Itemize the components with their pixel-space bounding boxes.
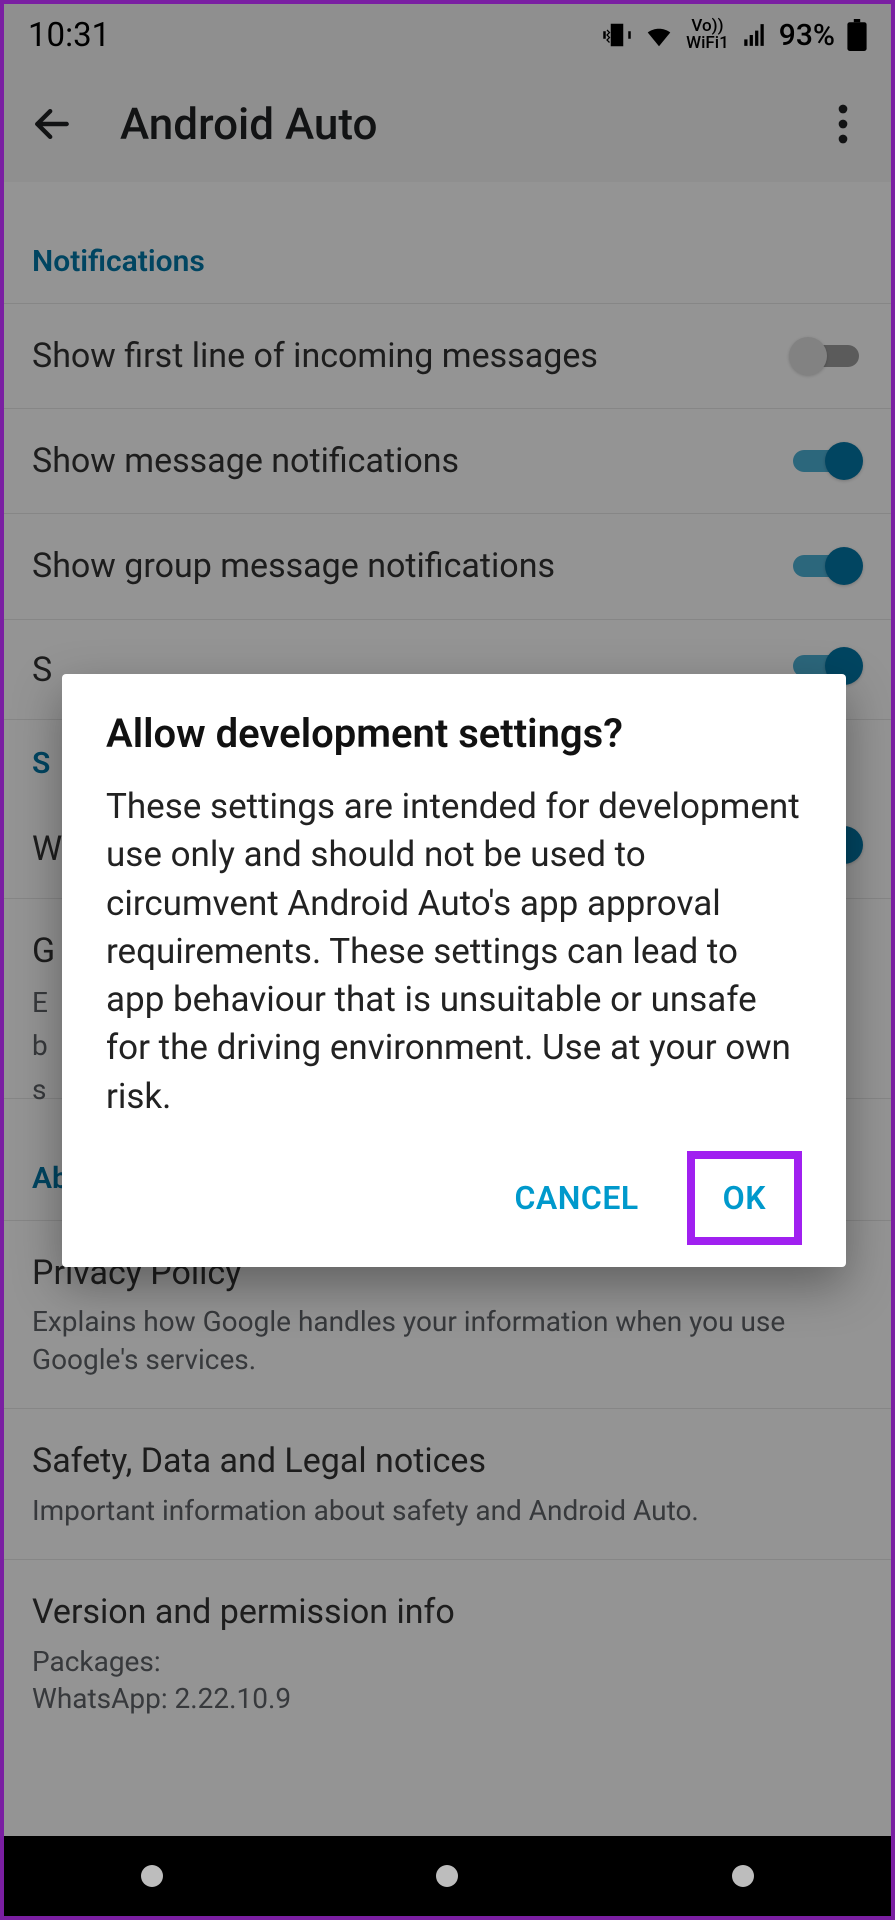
- nav-home[interactable]: [436, 1865, 458, 1887]
- ok-button[interactable]: OK: [695, 1161, 794, 1235]
- cancel-button[interactable]: CANCEL: [486, 1161, 666, 1235]
- ok-button-highlight: OK: [687, 1151, 802, 1245]
- navigation-bar: [4, 1836, 891, 1916]
- dialog-body: These settings are intended for developm…: [106, 783, 802, 1121]
- device-frame: 10:31 Vo)) WiFi1 93% Android Au: [0, 0, 895, 1920]
- nav-recents[interactable]: [141, 1865, 163, 1887]
- nav-back[interactable]: [732, 1865, 754, 1887]
- dialog-actions: CANCEL OK: [106, 1151, 802, 1245]
- dialog-title: Allow development settings?: [106, 710, 802, 757]
- dev-settings-dialog: Allow development settings? These settin…: [62, 674, 846, 1267]
